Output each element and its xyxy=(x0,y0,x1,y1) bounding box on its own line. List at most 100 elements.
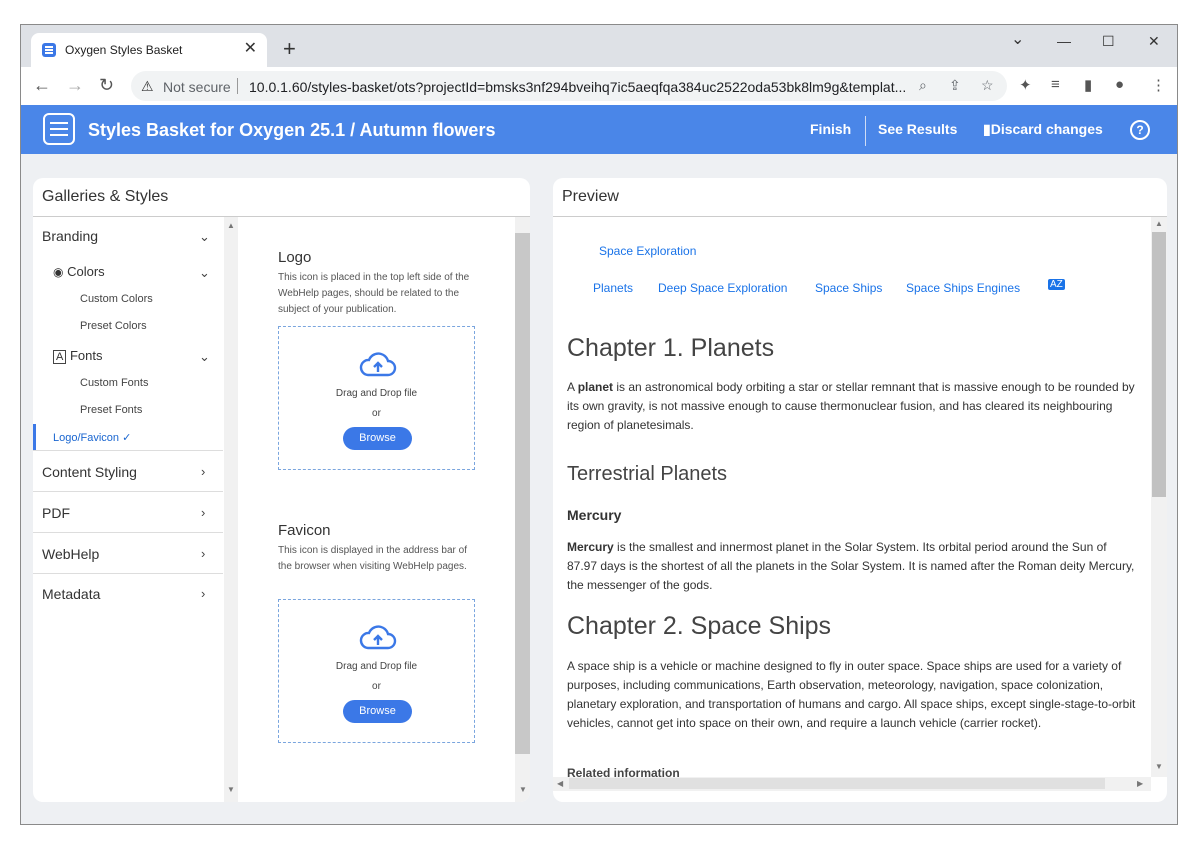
nav-colors[interactable]: ◉ Colors xyxy=(53,264,213,279)
discard-label: Discard changes xyxy=(990,121,1103,137)
chapter-2-paragraph: A space ship is a vehicle or machine des… xyxy=(567,659,1136,730)
scrollbar-thumb[interactable] xyxy=(1152,232,1166,497)
finish-button[interactable]: Finish xyxy=(810,121,851,137)
or-label: or xyxy=(372,681,381,692)
logo-drop-zone[interactable]: Drag and Drop file or Browse xyxy=(278,326,475,470)
scroll-up-arrow-icon[interactable]: ▲ xyxy=(227,221,235,230)
tab-strip: Oxygen Styles Basket ✕ + ⌄ — ☐ ✕ xyxy=(21,25,1177,67)
preview-vertical-scrollbar[interactable]: ▲ ▼ xyxy=(1151,217,1167,777)
nav-logo-favicon[interactable]: Logo/Favicon ✓ xyxy=(53,431,131,444)
address-divider xyxy=(237,78,238,94)
scrollbar-thumb[interactable] xyxy=(569,778,1105,789)
space-ships-link[interactable]: Space Ships xyxy=(815,281,882,295)
scroll-down-arrow-icon[interactable]: ▼ xyxy=(227,785,235,794)
nav-custom-fonts[interactable]: Custom Fonts xyxy=(80,377,148,389)
chevron-right-icon[interactable]: › xyxy=(201,546,209,561)
reload-icon[interactable]: ↻ xyxy=(99,76,114,94)
content-scrollbar[interactable]: ▼ xyxy=(515,217,530,802)
chevron-right-icon[interactable]: › xyxy=(201,505,209,520)
paragraph-text: is an astronomical body orbiting a star … xyxy=(567,380,1135,432)
terrestrial-heading: Terrestrial Planets xyxy=(567,463,728,485)
media-icon[interactable]: ≡ xyxy=(1051,76,1060,93)
side-panel-icon[interactable]: ▮ xyxy=(1084,76,1092,94)
divider xyxy=(33,491,223,492)
space-ships-engines-link[interactable]: Space Ships Engines xyxy=(906,281,1020,295)
nav-preset-fonts[interactable]: Preset Fonts xyxy=(80,404,142,416)
divider xyxy=(33,532,223,533)
favicon-browse-button[interactable]: Browse xyxy=(343,700,412,723)
warning-icon: ⚠ xyxy=(141,78,154,94)
panel-title: Galleries & Styles xyxy=(42,188,169,205)
zoom-icon[interactable]: ⌕ xyxy=(919,77,927,94)
mercury-paragraph: Mercury is the smallest and innermost pl… xyxy=(567,538,1139,595)
panel-header: Preview xyxy=(553,178,1167,217)
bookmark-star-icon[interactable]: ☆ xyxy=(981,77,994,94)
paragraph-text: A xyxy=(567,380,578,394)
scroll-down-arrow-icon[interactable]: ▼ xyxy=(1155,762,1163,771)
paragraph-text: is the smallest and innermost planet in … xyxy=(567,540,1135,592)
tab-close-icon[interactable]: ✕ xyxy=(244,40,257,58)
check-icon: ✓ xyxy=(122,432,132,444)
nav-scrollbar[interactable]: ▲ ▼ xyxy=(224,217,238,802)
galleries-styles-panel: Galleries & Styles Branding ⌄ ◉ Colors ⌄… xyxy=(33,178,530,802)
nav-custom-colors[interactable]: Custom Colors xyxy=(80,293,153,305)
url-text[interactable]: 10.0.1.60/styles-basket/ots?projectId=bm… xyxy=(249,79,919,95)
nav-preset-colors[interactable]: Preset Colors xyxy=(80,320,147,332)
style-navigation: Branding ⌄ ◉ Colors ⌄ Custom Colors Pres… xyxy=(33,217,223,802)
scroll-left-arrow-icon[interactable]: ◀ xyxy=(557,779,563,788)
close-window-button[interactable]: ✕ xyxy=(1148,33,1160,50)
palette-icon: ◉ xyxy=(53,265,64,279)
address-bar[interactable]: ⚠ Not secure 10.0.1.60/styles-basket/ots… xyxy=(131,71,1007,101)
nav-logo-favicon-label: Logo/Favicon xyxy=(53,432,120,444)
favicon-drop-zone[interactable]: Drag and Drop file or Browse xyxy=(278,599,475,743)
forward-arrow-icon[interactable]: → xyxy=(66,76,84,94)
browser-toolbar: ← → ↻ ⚠ Not secure 10.0.1.60/styles-bask… xyxy=(21,67,1177,106)
chevron-down-icon[interactable]: ⌄ xyxy=(199,349,210,365)
help-icon[interactable]: ? xyxy=(1130,120,1150,140)
maximize-button[interactable]: ☐ xyxy=(1102,33,1115,50)
chevron-right-icon[interactable]: › xyxy=(201,464,209,479)
tab-search-icon[interactable]: ⌄ xyxy=(1011,29,1024,49)
menu-kebab-icon[interactable]: ⋮ xyxy=(1151,76,1166,94)
nav-branding-label: Branding xyxy=(42,228,99,244)
cloud-upload-icon xyxy=(359,352,397,377)
scrollbar-thumb[interactable] xyxy=(515,233,530,754)
or-label: or xyxy=(372,408,381,419)
nav-metadata-label: Metadata xyxy=(42,586,101,602)
drop-instructions: Drag and Drop file xyxy=(335,388,418,399)
tab-title: Oxygen Styles Basket xyxy=(65,43,183,57)
see-results-button[interactable]: See Results xyxy=(878,121,957,137)
deep-space-link[interactable]: Deep Space Exploration xyxy=(658,281,787,295)
sliders-logo-icon xyxy=(43,113,75,145)
new-tab-button[interactable]: + xyxy=(283,38,296,60)
preview-horizontal-scrollbar[interactable]: ◀ ▶ xyxy=(553,777,1151,791)
scroll-down-arrow-icon[interactable]: ▼ xyxy=(519,785,527,794)
back-arrow-icon[interactable]: ← xyxy=(33,76,51,94)
chapter-1-paragraph: A planet is an astronomical body orbitin… xyxy=(567,378,1139,435)
drop-instructions: Drag and Drop file xyxy=(335,661,418,672)
nav-webhelp-label: WebHelp xyxy=(42,546,100,562)
profile-avatar-icon[interactable]: ● xyxy=(1115,76,1124,93)
scroll-right-arrow-icon[interactable]: ▶ xyxy=(1137,779,1143,788)
nav-content-styling-label: Content Styling xyxy=(42,464,137,480)
discard-changes-button[interactable]: ▮Discard changes xyxy=(983,121,1103,138)
scroll-up-arrow-icon[interactable]: ▲ xyxy=(1155,219,1163,228)
nav-fonts[interactable]: A Fonts xyxy=(53,348,213,364)
logo-browse-button[interactable]: Browse xyxy=(343,427,412,450)
panel-title: Preview xyxy=(562,188,619,205)
header-divider xyxy=(865,116,866,146)
browser-tab[interactable]: Oxygen Styles Basket ✕ xyxy=(31,33,267,67)
share-icon[interactable]: ⇪ xyxy=(949,77,961,94)
browser-window: Oxygen Styles Basket ✕ + ⌄ — ☐ ✕ ← → ↻ ⚠… xyxy=(20,24,1178,825)
font-icon: A xyxy=(53,350,67,364)
space-exploration-link[interactable]: Space Exploration xyxy=(599,244,696,258)
planets-link[interactable]: Planets xyxy=(593,281,633,295)
chevron-down-icon[interactable]: ⌄ xyxy=(199,229,210,245)
index-az-icon[interactable]: AZ xyxy=(1048,279,1065,290)
chevron-down-icon[interactable]: ⌄ xyxy=(199,265,210,281)
divider xyxy=(33,450,223,451)
chapter-2-heading: Chapter 2. Space Ships xyxy=(567,612,832,640)
chevron-right-icon[interactable]: › xyxy=(201,586,209,601)
minimize-button[interactable]: — xyxy=(1057,33,1071,49)
extensions-icon[interactable]: ✦ xyxy=(1019,76,1032,94)
